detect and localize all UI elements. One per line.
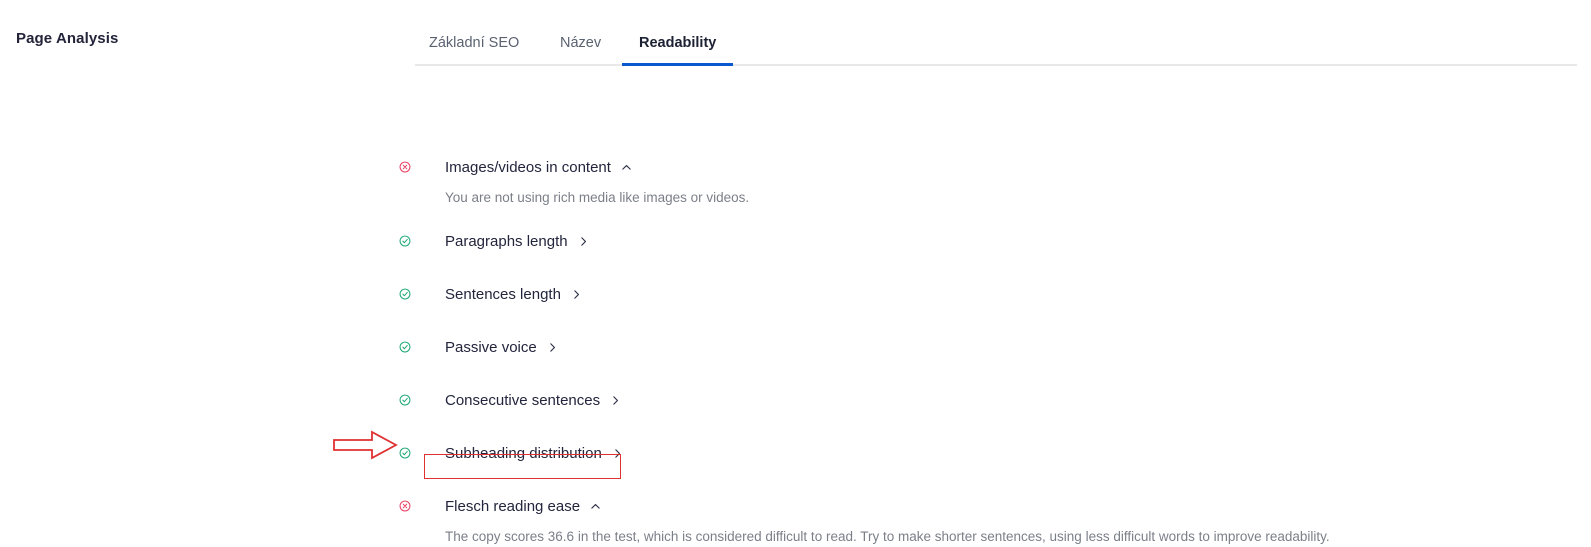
- check-item-paragraphs-header[interactable]: Paragraphs length: [399, 228, 590, 254]
- page-analysis-panel: Základní SEO Název Readability Images/vi…: [399, 0, 1577, 544]
- check-item-label: Sentences length: [445, 285, 561, 303]
- check-item-label: Paragraphs length: [445, 232, 568, 250]
- check-item-label: Passive voice: [445, 338, 537, 356]
- chevron-right-icon[interactable]: [611, 447, 624, 460]
- check-item-label: Consecutive sentences: [445, 391, 601, 409]
- check-item-description: You are not using rich media like images…: [445, 190, 750, 205]
- check-item-passive-voice-header[interactable]: Passive voice: [399, 334, 559, 360]
- check-item-label: Flesch reading ease: [445, 497, 581, 515]
- check-item-sentences: Sentences length: [399, 281, 583, 307]
- chevron-up-icon[interactable]: [620, 161, 633, 174]
- chevron-right-icon[interactable]: [577, 235, 590, 248]
- tab-nazev[interactable]: Název: [557, 35, 604, 65]
- circle-check-icon: [399, 288, 411, 300]
- readability-checklist: Images/videos in content You are not usi…: [399, 66, 1577, 544]
- check-item-flesch-reading-ease: Flesch reading ease The copy scores 36.6…: [399, 493, 1330, 547]
- check-item-consecutive-sentences-header[interactable]: Consecutive sentences: [399, 387, 622, 413]
- page-title: Page Analysis: [16, 30, 119, 47]
- tab-zakladni-seo[interactable]: Základní SEO: [426, 35, 522, 65]
- check-item-sentences-header[interactable]: Sentences length: [399, 281, 583, 307]
- check-item-paragraphs: Paragraphs length: [399, 228, 590, 254]
- check-item-flesch-reading-ease-header[interactable]: Flesch reading ease: [399, 493, 1330, 519]
- circle-check-icon: [399, 235, 411, 247]
- check-item-subheading-distribution-header[interactable]: Subheading distribution: [399, 440, 624, 466]
- chevron-right-icon[interactable]: [546, 341, 559, 354]
- circle-check-icon: [399, 447, 411, 459]
- check-item-consecutive-sentences: Consecutive sentences: [399, 387, 622, 413]
- tab-bar: Základní SEO Název Readability: [415, 0, 1577, 66]
- chevron-right-icon[interactable]: [609, 394, 622, 407]
- circle-x-icon: [399, 500, 411, 512]
- check-item-images: Images/videos in content You are not usi…: [399, 154, 750, 208]
- check-item-label: Images/videos in content: [445, 158, 611, 176]
- right-arrow-annotation-icon: [332, 430, 398, 460]
- check-item-label: Subheading distribution: [445, 444, 602, 462]
- circle-x-icon: [399, 161, 411, 173]
- check-item-passive-voice: Passive voice: [399, 334, 559, 360]
- check-item-description: The copy scores 36.6 in the test, which …: [445, 529, 1330, 544]
- check-item-images-header[interactable]: Images/videos in content: [399, 154, 749, 180]
- circle-check-icon: [399, 341, 411, 353]
- chevron-up-icon[interactable]: [589, 500, 602, 513]
- chevron-right-icon[interactable]: [570, 288, 583, 301]
- circle-check-icon: [399, 394, 411, 406]
- tab-readability[interactable]: Readability: [621, 35, 734, 66]
- check-item-subheading-distribution: Subheading distribution: [399, 440, 624, 466]
